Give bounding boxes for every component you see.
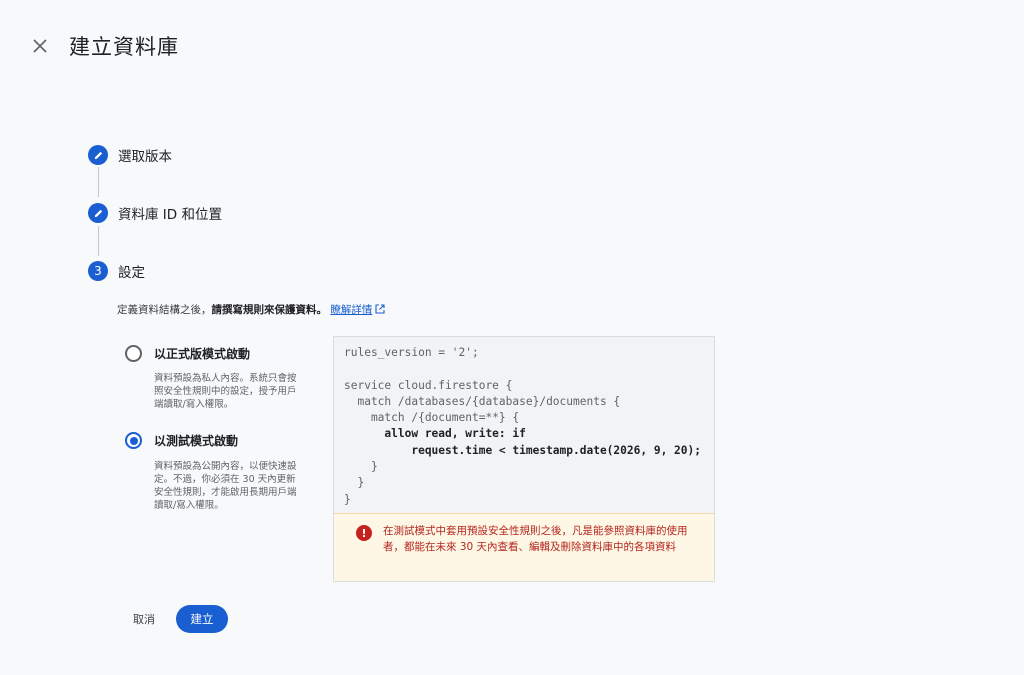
step-connector bbox=[98, 226, 99, 256]
production-mode-description: 資料預設為私人內容。系統只會按照安全性規則中的設定，授予用戶端讀取/寫入權限。 bbox=[154, 373, 297, 410]
description-bold-text: 請撰寫規則來保護資料。 bbox=[211, 304, 328, 316]
cancel-button[interactable]: 取消 bbox=[120, 606, 168, 632]
security-rules-preview: rules_version = '2'; service cloud.firest… bbox=[333, 336, 715, 582]
external-link-icon bbox=[375, 304, 385, 314]
step-label: 資料庫 ID 和位置 bbox=[118, 207, 222, 223]
code-line: service cloud.firestore { bbox=[344, 378, 513, 392]
pencil-icon bbox=[94, 151, 102, 159]
pencil-icon bbox=[94, 209, 102, 217]
dialog-header: 建立資料庫 bbox=[0, 0, 1024, 90]
learn-more-link[interactable]: 瞭解詳情 bbox=[330, 304, 385, 316]
step-badge bbox=[88, 145, 108, 165]
code-line: match /databases/{database}/documents { bbox=[344, 394, 621, 408]
step-label: 設定 bbox=[118, 265, 145, 281]
code-line: } bbox=[344, 460, 378, 474]
error-icon: ! bbox=[356, 525, 372, 541]
warning-text: 在測試模式中套用預設安全性規則之後，凡是能參照資料庫的使用者，都能在未來 30 … bbox=[383, 525, 688, 553]
close-button[interactable] bbox=[28, 34, 52, 58]
code-line-highlighted: request.time < timestamp.date(2026, 9, 2… bbox=[344, 443, 701, 457]
test-mode-title: 以測試模式啟動 bbox=[154, 434, 239, 448]
code-line: match /{document=**} { bbox=[344, 411, 520, 425]
test-mode-radio[interactable] bbox=[125, 432, 142, 449]
page-title: 建立資料庫 bbox=[69, 35, 179, 59]
code-line: } bbox=[344, 476, 365, 490]
rules-code: rules_version = '2'; service cloud.firest… bbox=[344, 345, 701, 508]
step-label: 選取版本 bbox=[118, 149, 172, 165]
step-connector bbox=[98, 167, 99, 197]
code-line: rules_version = '2'; bbox=[344, 346, 479, 359]
code-line: } bbox=[344, 492, 351, 506]
test-mode-warning: ! 在測試模式中套用預設安全性規則之後，凡是能參照資料庫的使用者，都能在未來 3… bbox=[334, 513, 714, 581]
create-button[interactable]: 建立 bbox=[176, 605, 228, 633]
settings-description: 定義資料結構之後，請撰寫規則來保護資料。 瞭解詳情 bbox=[117, 302, 385, 317]
production-mode-radio[interactable] bbox=[125, 345, 142, 362]
learn-more-label: 瞭解詳情 bbox=[330, 304, 373, 316]
test-mode-description: 資料預設為公開內容，以便快速設定。不過，你必須在 30 天內更新安全性規則，才能… bbox=[154, 461, 297, 511]
close-icon bbox=[33, 39, 47, 53]
step-select-edition[interactable]: 選取版本 bbox=[88, 145, 172, 165]
step-database-id-location[interactable]: 資料庫 ID 和位置 bbox=[88, 203, 222, 223]
description-text: 定義資料結構之後， bbox=[117, 304, 212, 316]
code-line-highlighted: allow read, write: if bbox=[344, 427, 526, 441]
step-badge bbox=[88, 203, 108, 223]
production-mode-title: 以正式版模式啟動 bbox=[154, 347, 251, 361]
step-number-badge: 3 bbox=[88, 261, 108, 281]
step-settings: 3 設定 bbox=[88, 261, 145, 281]
